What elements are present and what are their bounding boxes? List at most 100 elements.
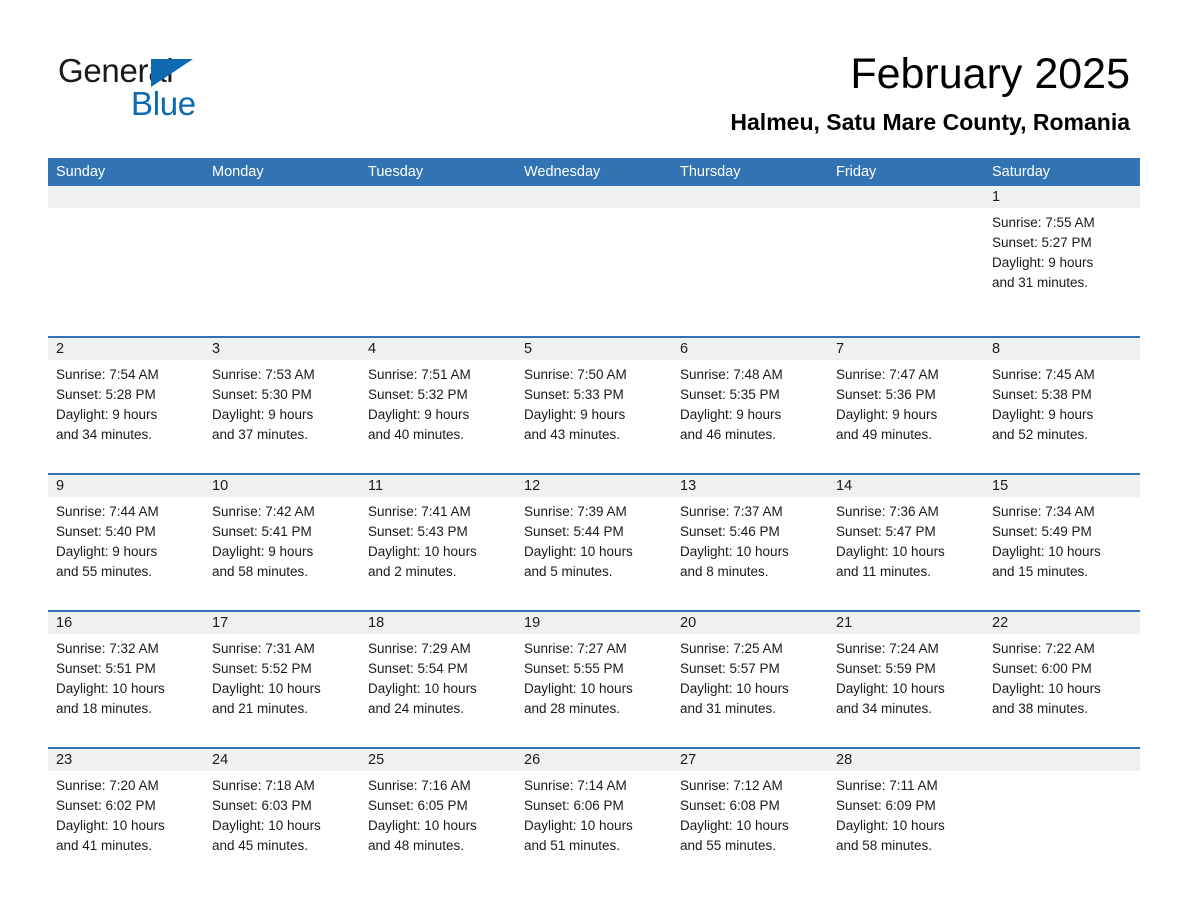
sunrise-text: Sunrise: 7:31 AM — [212, 641, 315, 656]
daylight-text-cont: and 46 minutes. — [680, 427, 777, 442]
weekday-header-saturday: Saturday — [992, 164, 1051, 180]
day-cell[interactable]: Sunrise: 7:44 AM Sunset: 5:40 PM Daylight:… — [48, 497, 204, 592]
day-cell[interactable]: Sunrise: 7:45 AM Sunset: 5:38 PM Daylight:… — [984, 360, 1140, 455]
calendar-weeks: 1 Sunrise: 7:55 AM Sunset: 5:27 PM Daylight… — [48, 186, 1140, 866]
week-date-band: 23 24 25 26 27 28 — [48, 749, 1140, 771]
day-cell[interactable]: Sunrise: 7:18 AM Sunset: 6:03 PM Daylight:… — [204, 771, 360, 866]
daylight-text: Daylight: 10 hours — [368, 544, 477, 559]
day-number[interactable]: 7 — [828, 338, 984, 360]
sunrise-text: Sunrise: 7:27 AM — [524, 641, 627, 656]
day-number[interactable]: 12 — [516, 475, 672, 497]
day-cell[interactable]: Sunrise: 7:42 AM Sunset: 5:41 PM Daylight:… — [204, 497, 360, 592]
day-cell[interactable]: Sunrise: 7:50 AM Sunset: 5:33 PM Daylight:… — [516, 360, 672, 455]
calendar-week-row: 2 3 4 5 6 7 8 Sunrise: 7:54 AM Sunset: 5:28 PM Da… — [48, 336, 1140, 455]
day-cell[interactable]: Sunrise: 7:47 AM Sunset: 5:36 PM Daylight:… — [828, 360, 984, 455]
day-number[interactable]: 14 — [828, 475, 984, 497]
day-number[interactable]: 23 — [48, 749, 204, 771]
day-cell[interactable]: Sunrise: 7:36 AM Sunset: 5:47 PM Daylight:… — [828, 497, 984, 592]
sunset-text: Sunset: 6:06 PM — [524, 798, 624, 813]
daylight-text-cont: and 41 minutes. — [56, 838, 153, 853]
day-cell[interactable]: Sunrise: 7:11 AM Sunset: 6:09 PM Daylight:… — [828, 771, 984, 866]
daylight-text: Daylight: 10 hours — [680, 818, 789, 833]
day-number[interactable]: 9 — [48, 475, 204, 497]
daylight-text-cont: and 28 minutes. — [524, 701, 621, 716]
day-cell[interactable]: Sunrise: 7:54 AM Sunset: 5:28 PM Daylight:… — [48, 360, 204, 455]
day-number[interactable]: 4 — [360, 338, 516, 360]
flag-triangle-icon — [151, 59, 193, 87]
week-spacer — [48, 592, 1140, 610]
calendar-grid: Sunday Monday Tuesday Wednesday Thursday… — [48, 158, 1140, 866]
day-cell[interactable]: Sunrise: 7:32 AM Sunset: 5:51 PM Daylight:… — [48, 634, 204, 729]
day-cell[interactable]: Sunrise: 7:31 AM Sunset: 5:52 PM Daylight:… — [204, 634, 360, 729]
daylight-text: Daylight: 10 hours — [524, 818, 633, 833]
day-number[interactable]: 21 — [828, 612, 984, 634]
daylight-text: Daylight: 10 hours — [524, 544, 633, 559]
daylight-text: Daylight: 10 hours — [836, 681, 945, 696]
daylight-text: Daylight: 10 hours — [680, 544, 789, 559]
day-number[interactable]: 18 — [360, 612, 516, 634]
day-number[interactable]: 13 — [672, 475, 828, 497]
day-number[interactable]: 25 — [360, 749, 516, 771]
daylight-text-cont: and 21 minutes. — [212, 701, 309, 716]
day-number[interactable]: 24 — [204, 749, 360, 771]
day-number[interactable]: 15 — [984, 475, 1140, 497]
day-cell[interactable]: Sunrise: 7:34 AM Sunset: 5:49 PM Daylight:… — [984, 497, 1140, 592]
calendar-week-row: 1 Sunrise: 7:55 AM Sunset: 5:27 PM Daylight… — [48, 186, 1140, 318]
general-blue-logo[interactable]: General Blue — [58, 52, 318, 124]
week-body-band: Sunrise: 7:54 AM Sunset: 5:28 PM Daylight:… — [48, 360, 1140, 455]
day-cell[interactable]: Sunrise: 7:53 AM Sunset: 5:30 PM Daylight:… — [204, 360, 360, 455]
sunset-text: Sunset: 5:57 PM — [680, 661, 780, 676]
day-number[interactable]: 22 — [984, 612, 1140, 634]
sunset-text: Sunset: 5:55 PM — [524, 661, 624, 676]
day-cell[interactable]: Sunrise: 7:16 AM Sunset: 6:05 PM Daylight:… — [360, 771, 516, 866]
day-number[interactable]: 5 — [516, 338, 672, 360]
daylight-text: Daylight: 9 hours — [212, 407, 314, 422]
day-number[interactable]: 20 — [672, 612, 828, 634]
day-number[interactable]: 6 — [672, 338, 828, 360]
day-cell[interactable]: Sunrise: 7:25 AM Sunset: 5:57 PM Daylight:… — [672, 634, 828, 729]
day-number[interactable]: 11 — [360, 475, 516, 497]
logo-text-blue: Blue — [131, 85, 196, 122]
daylight-text: Daylight: 9 hours — [56, 544, 158, 559]
daylight-text-cont: and 31 minutes. — [680, 701, 777, 716]
daylight-text: Daylight: 9 hours — [680, 407, 782, 422]
day-cell[interactable]: Sunrise: 7:51 AM Sunset: 5:32 PM Daylight:… — [360, 360, 516, 455]
day-number[interactable]: 17 — [204, 612, 360, 634]
sunrise-text: Sunrise: 7:14 AM — [524, 778, 627, 793]
sunset-text: Sunset: 5:30 PM — [212, 387, 312, 402]
day-number[interactable]: 2 — [48, 338, 204, 360]
day-number[interactable]: 26 — [516, 749, 672, 771]
daylight-text: Daylight: 10 hours — [836, 544, 945, 559]
day-number-empty — [516, 186, 672, 208]
day-number[interactable]: 1 — [984, 186, 1140, 208]
week-spacer — [48, 318, 1140, 336]
day-cell[interactable]: Sunrise: 7:37 AM Sunset: 5:46 PM Daylight:… — [672, 497, 828, 592]
day-number[interactable]: 3 — [204, 338, 360, 360]
calendar-week-row: 9 10 11 12 13 14 15 Sunrise: 7:44 AM Sunset: 5:4… — [48, 473, 1140, 592]
day-cell[interactable]: Sunrise: 7:12 AM Sunset: 6:08 PM Daylight:… — [672, 771, 828, 866]
day-number[interactable]: 27 — [672, 749, 828, 771]
daylight-text-cont: and 8 minutes. — [680, 564, 769, 579]
daylight-text-cont: and 37 minutes. — [212, 427, 309, 442]
week-spacer — [48, 729, 1140, 747]
day-cell[interactable]: Sunrise: 7:39 AM Sunset: 5:44 PM Daylight:… — [516, 497, 672, 592]
daylight-text-cont: and 52 minutes. — [992, 427, 1089, 442]
day-cell[interactable]: Sunrise: 7:41 AM Sunset: 5:43 PM Daylight:… — [360, 497, 516, 592]
day-number[interactable]: 19 — [516, 612, 672, 634]
day-cell[interactable]: Sunrise: 7:29 AM Sunset: 5:54 PM Daylight:… — [360, 634, 516, 729]
sunrise-text: Sunrise: 7:34 AM — [992, 504, 1095, 519]
day-number[interactable]: 8 — [984, 338, 1140, 360]
location-subtitle: Halmeu, Satu Mare County, Romania — [730, 109, 1130, 135]
daylight-text-cont: and 34 minutes. — [56, 427, 153, 442]
day-number[interactable]: 28 — [828, 749, 984, 771]
day-cell[interactable]: Sunrise: 7:22 AM Sunset: 6:00 PM Daylight:… — [984, 634, 1140, 729]
day-cell-empty — [516, 208, 672, 318]
day-number[interactable]: 10 — [204, 475, 360, 497]
day-cell[interactable]: Sunrise: 7:14 AM Sunset: 6:06 PM Daylight:… — [516, 771, 672, 866]
day-cell[interactable]: Sunrise: 7:24 AM Sunset: 5:59 PM Daylight:… — [828, 634, 984, 729]
day-number[interactable]: 16 — [48, 612, 204, 634]
day-cell[interactable]: Sunrise: 7:48 AM Sunset: 5:35 PM Daylight:… — [672, 360, 828, 455]
day-cell[interactable]: Sunrise: 7:20 AM Sunset: 6:02 PM Daylight:… — [48, 771, 204, 866]
day-cell[interactable]: Sunrise: 7:55 AM Sunset: 5:27 PM Daylight:… — [984, 208, 1140, 318]
day-cell[interactable]: Sunrise: 7:27 AM Sunset: 5:55 PM Daylight:… — [516, 634, 672, 729]
